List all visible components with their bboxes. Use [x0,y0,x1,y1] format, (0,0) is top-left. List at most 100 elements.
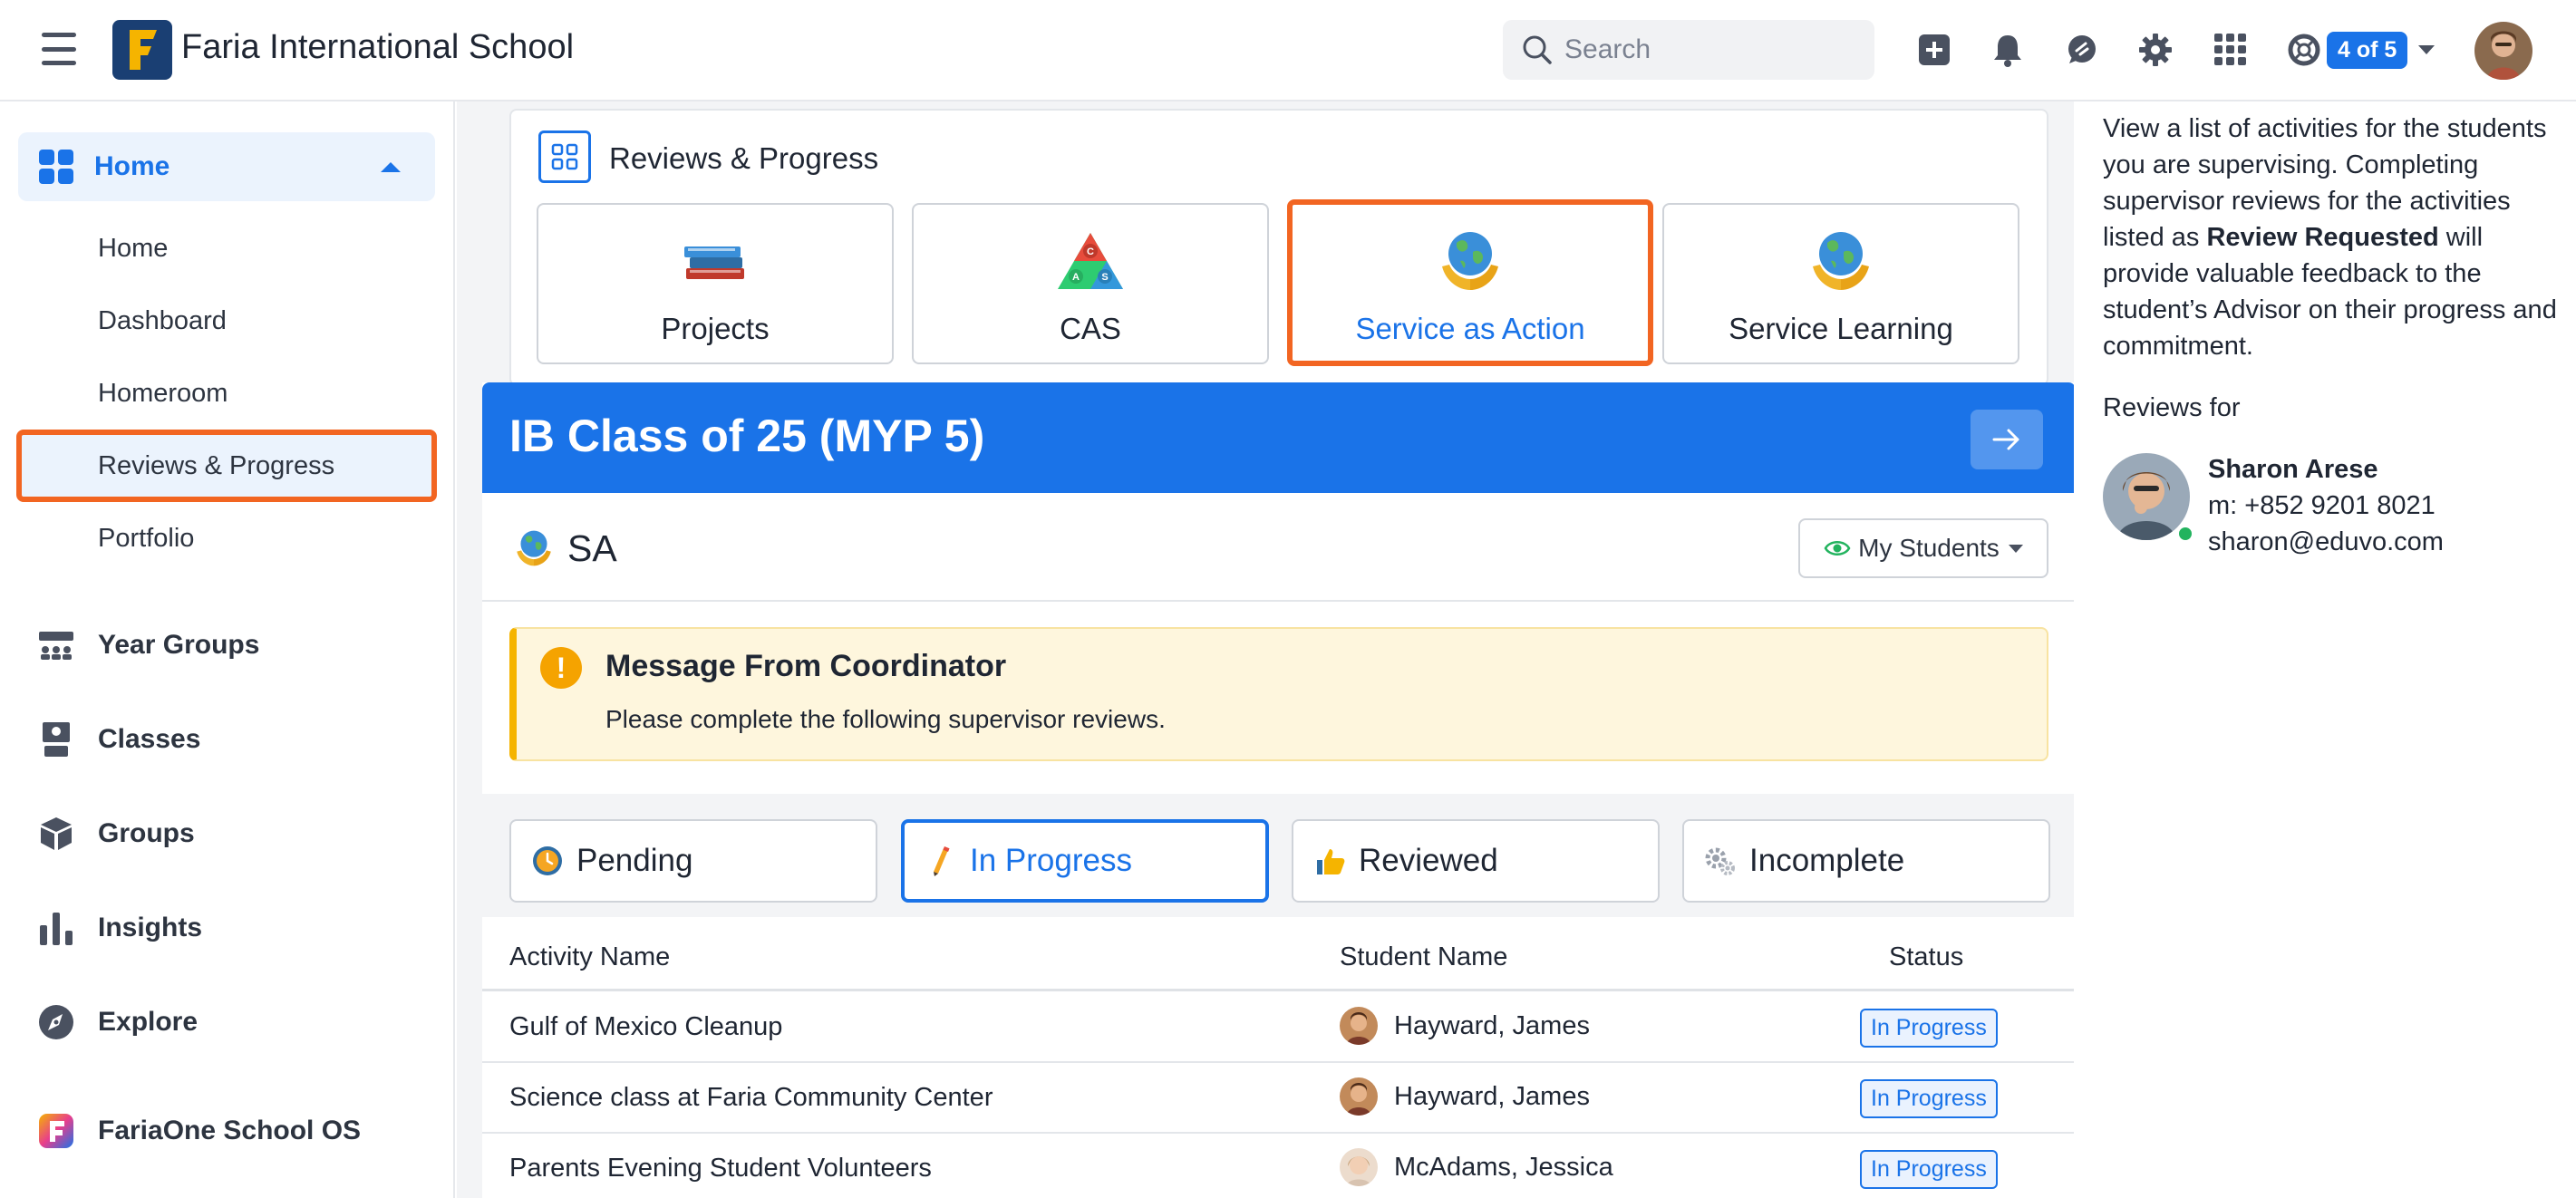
reviews-for-label: Reviews for [2103,393,2241,422]
menu-icon[interactable] [42,33,76,65]
program-tile-label: Projects [661,312,770,345]
help-progress-badge[interactable]: 4 of 5 [2287,29,2436,71]
sidebar-item-insights[interactable]: Insights [36,908,202,948]
sidebar-item-explore[interactable]: Explore [36,1002,198,1042]
books-icon [679,225,751,297]
lifebuoy-icon [2288,34,2320,66]
globe-hands-icon [517,530,551,566]
program-tile-projects[interactable]: Projects [537,203,894,364]
sidebar-item-classes[interactable]: Classes [36,720,200,759]
search-box[interactable] [1503,20,1874,80]
filter-incomplete[interactable]: Incomplete [1682,819,2050,903]
user-avatar[interactable] [2474,22,2532,80]
column-header-status[interactable]: Status [1889,942,1963,972]
grid-icon [538,130,591,183]
filter-label: Pending [576,843,693,878]
gears-icon [1704,845,1737,877]
class-header: IB Class of 25 (MYP 5) [482,382,2076,493]
filter-reviewed[interactable]: Reviewed [1292,819,1660,903]
sidebar-item-label: Insights [98,913,203,942]
status-badge: In Progress [1860,1009,1998,1048]
sidebar-subitem-dashboard[interactable]: Dashboard [98,306,227,336]
student-name: McAdams, Jessica [1394,1152,1613,1182]
help-text-emphasis: Review Requested [2206,223,2439,252]
reviews-progress-card: Reviews & Progress Projects CAS CAS Serv… [509,109,2048,386]
filter-label: Reviewed [1359,843,1498,878]
globe-hands-icon [1805,225,1877,297]
student-name: Hayward, James [1394,1081,1590,1111]
table-header: Activity Name Student Name Status [482,923,2076,991]
student-avatar [1340,1148,1378,1186]
table-row[interactable]: Science class at Faria Community Center … [482,1063,2076,1134]
search-input[interactable] [1564,34,1855,65]
status-badge: In Progress [1860,1079,1998,1118]
sidebar: Home Home Dashboard Homeroom Reviews & P… [0,101,455,1198]
cube-icon [36,814,76,854]
message-title: Message From Coordinator [605,649,1007,683]
open-class-button[interactable] [1971,410,2043,469]
student-cell: Hayward, James [1340,1007,1590,1045]
student-cell: McAdams, Jessica [1340,1148,1613,1186]
svg-text:A: A [1072,272,1080,283]
message-text: Please complete the following supervisor… [605,705,1166,733]
sidebar-item-fariaone[interactable]: FariaOne School OS [36,1111,361,1151]
year-groups-icon [36,625,76,665]
svg-text:C: C [1087,246,1094,257]
class-title: IB Class of 25 (MYP 5) [509,411,985,461]
student-cell: Hayward, James [1340,1077,1590,1116]
bell-icon[interactable] [1989,31,2027,69]
student-name: Hayward, James [1394,1010,1590,1040]
filter-label: Incomplete [1749,843,1905,878]
add-icon[interactable] [1915,31,1953,69]
column-header-student[interactable]: Student Name [1340,942,1507,972]
sidebar-subitem-portfolio[interactable]: Portfolio [98,524,194,554]
help-description: View a list of activities for the studen… [2103,111,2565,364]
filter-label: In Progress [970,843,1132,878]
chat-icon[interactable] [2062,31,2100,69]
my-students-dropdown[interactable]: My Students [1798,518,2048,578]
top-bar: Faria International School 4 of 5 [0,0,2576,101]
reviews-progress-title: Reviews & Progress [609,141,879,175]
sidebar-item-label: Groups [98,818,195,848]
search-icon [1523,35,1552,64]
sidebar-item-year-groups[interactable]: Year Groups [36,625,259,665]
apps-grid-icon[interactable] [2212,31,2250,69]
activity-name[interactable]: Parents Evening Student Volunteers [509,1154,932,1184]
status-badge: In Progress [1860,1150,1998,1189]
compass-icon [36,1002,76,1042]
table-row[interactable]: Parents Evening Student Volunteers McAda… [482,1134,2076,1198]
class-card: IB Class of 25 (MYP 5) SA My Students ! … [482,382,2076,1198]
online-status-indicator [2175,524,2195,544]
progress-count-badge: 4 of 5 [2327,31,2408,69]
sidebar-item-label: Home [94,151,170,181]
school-logo[interactable] [112,20,172,80]
sidebar-subitem-reviews-progress[interactable]: Reviews & Progress [16,430,437,502]
column-header-activity[interactable]: Activity Name [509,942,670,972]
status-filters: Pending In Progress Reviewed Incomplete [482,794,2076,917]
activity-name[interactable]: Science class at Faria Community Center [509,1083,993,1113]
sidebar-subitem-homeroom[interactable]: Homeroom [98,379,228,409]
table-row[interactable]: Gulf of Mexico Cleanup Hayward, James In… [482,992,2076,1063]
chevron-up-icon [381,162,401,172]
gear-icon[interactable] [2136,31,2174,69]
sidebar-item-label: Classes [98,724,201,754]
supervisor-name: Sharon Arese [2208,455,2378,484]
sidebar-subitem-home[interactable]: Home [98,234,168,264]
student-avatar [1340,1007,1378,1045]
sidebar-item-label: FariaOne School OS [98,1116,362,1145]
supervisor-email[interactable]: sharon@eduvo.com [2208,527,2444,557]
program-section-label: SA [567,527,617,569]
sidebar-item-label: Explore [98,1007,199,1037]
program-tile-service-as-action[interactable]: Service as Action [1287,199,1653,366]
program-tile-cas[interactable]: CAS CAS [912,203,1269,364]
filter-pending[interactable]: Pending [509,819,877,903]
sidebar-item-groups[interactable]: Groups [36,814,195,854]
sidebar-item-home[interactable]: Home [18,132,435,201]
school-name[interactable]: Faria International School [181,28,574,67]
chevron-down-icon [2008,544,2023,553]
clock-icon [531,845,564,877]
program-tile-service-learning[interactable]: Service Learning [1662,203,2019,364]
filter-in-progress[interactable]: In Progress [901,819,1269,903]
globe-hands-icon [1434,225,1506,297]
activity-name[interactable]: Gulf of Mexico Cleanup [509,1012,782,1042]
